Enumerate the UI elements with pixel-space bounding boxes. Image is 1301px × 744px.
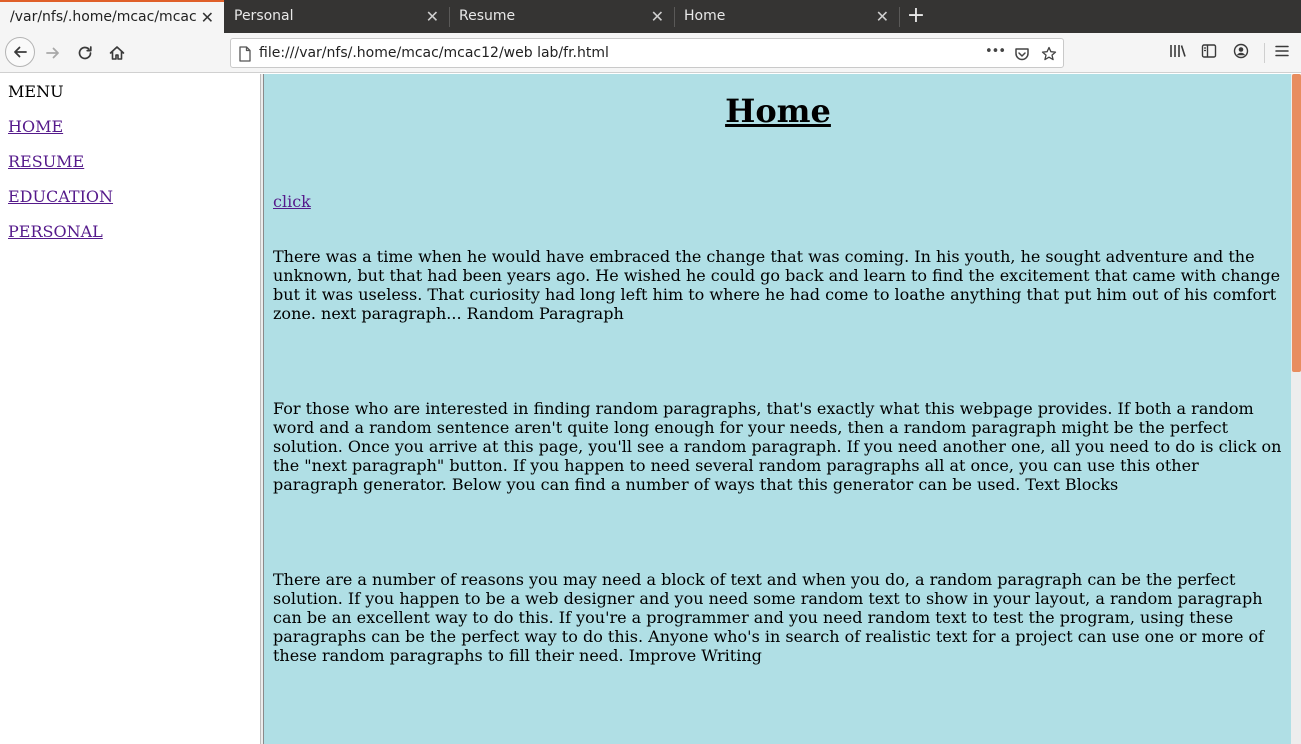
paragraph-3: There are a number of reasons you may ne… — [273, 570, 1265, 665]
page-title: Home — [725, 92, 831, 130]
close-tab-icon[interactable]: ✕ — [651, 0, 664, 33]
menu-link-personal[interactable]: PERSONAL — [8, 222, 103, 241]
tab-label: Home — [684, 8, 726, 24]
reload-icon — [78, 46, 92, 60]
page-icon — [239, 46, 251, 62]
close-tab-icon[interactable]: ✕ — [876, 0, 889, 33]
tab-home[interactable]: Home ✕ — [674, 0, 899, 33]
home-icon — [109, 46, 125, 60]
home-button[interactable] — [103, 39, 131, 67]
tab-strip: /var/nfs/.home/mcac/mcac ✕ Personal ✕ Re… — [0, 0, 1301, 33]
menu-link-education[interactable]: EDUCATION — [8, 187, 113, 206]
menu-link-resume[interactable]: RESUME — [8, 152, 84, 171]
menu-link-home[interactable]: HOME — [8, 117, 63, 136]
tab-label: Resume — [459, 8, 516, 24]
forward-button[interactable] — [39, 39, 67, 67]
url-text[interactable]: file:///var/nfs/.home/mcac/mcac12/web la… — [259, 39, 609, 67]
paragraph-2: For those who are interested in finding … — [273, 399, 1282, 494]
scroll-thumb[interactable] — [1292, 74, 1301, 372]
page-actions-icon[interactable]: ••• — [985, 39, 1006, 65]
tab-active[interactable]: /var/nfs/.home/mcac/mcac ✕ — [0, 0, 224, 33]
pocket-icon[interactable] — [1014, 46, 1030, 62]
back-button[interactable] — [5, 37, 35, 67]
new-tab-icon[interactable]: + — [904, 0, 928, 33]
menu-title: MENU — [8, 82, 64, 101]
close-tab-icon[interactable]: ✕ — [426, 0, 439, 33]
tab-personal[interactable]: Personal ✕ — [224, 0, 449, 33]
arrow-right-icon — [46, 47, 59, 59]
arrow-left-icon — [14, 46, 27, 58]
content-frame: Home click There was a time when he woul… — [264, 74, 1291, 744]
tab-resume[interactable]: Resume ✕ — [449, 0, 674, 33]
close-tab-icon[interactable]: ✕ — [201, 2, 214, 33]
tab-separator — [899, 7, 900, 27]
sidebar-icon[interactable] — [1201, 43, 1217, 59]
tab-label: /var/nfs/.home/mcac/mcac — [10, 9, 196, 25]
toolbar-divider — [1264, 43, 1265, 63]
url-bar[interactable]: file:///var/nfs/.home/mcac/mcac12/web la… — [230, 38, 1064, 68]
bookmark-star-icon[interactable] — [1041, 46, 1057, 62]
hamburger-menu-icon[interactable] — [1274, 43, 1290, 59]
content-scrollbar[interactable] — [1291, 74, 1301, 744]
library-icon[interactable] — [1169, 43, 1187, 59]
click-link[interactable]: click — [273, 192, 311, 211]
navigation-toolbar: file:///var/nfs/.home/mcac/mcac12/web la… — [0, 33, 1301, 73]
paragraph-1: There was a time when he would have embr… — [273, 247, 1281, 323]
page-viewport: MENU HOME RESUME EDUCATION PERSONAL Home… — [0, 74, 1301, 744]
reload-button[interactable] — [71, 39, 99, 67]
tab-label: Personal — [234, 8, 294, 24]
account-icon[interactable] — [1233, 43, 1249, 59]
menu-frame: MENU HOME RESUME EDUCATION PERSONAL — [0, 74, 260, 744]
